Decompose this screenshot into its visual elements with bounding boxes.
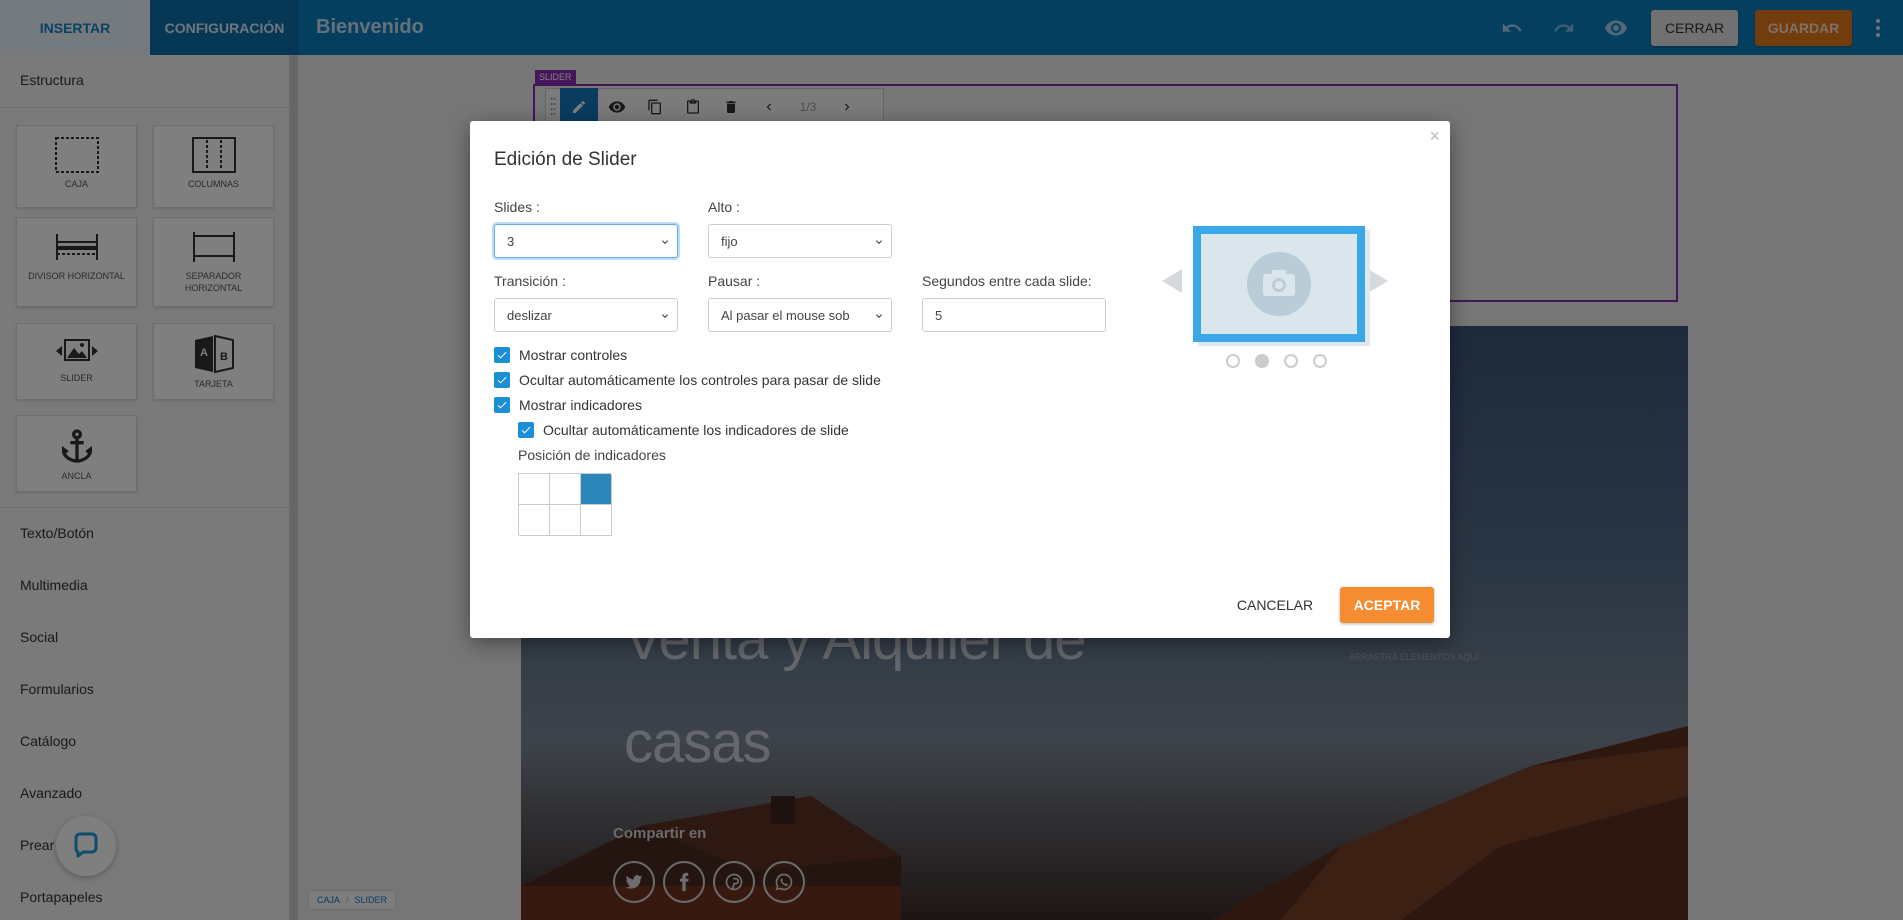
slider-edit-dialog: × Edición de Slider Slides : 3 Alto : fi… [470, 121, 1450, 638]
pausar-label: Pausar : [708, 273, 761, 289]
indicator-position-grid [518, 473, 612, 536]
dialog-title: Edición de Slider [494, 149, 637, 170]
checkbox-label: Ocultar automáticamente los controles pa… [519, 372, 881, 388]
check-icon[interactable] [494, 397, 510, 413]
accept-button[interactable]: ACEPTAR [1340, 587, 1434, 623]
check-icon[interactable] [494, 372, 510, 388]
checkbox-label: Ocultar automáticamente los indicadores … [543, 422, 849, 438]
position-bottom-center[interactable] [550, 505, 581, 536]
segundos-value: 5 [935, 307, 943, 323]
checkbox-label: Mostrar indicadores [519, 397, 642, 413]
chevron-down-icon [662, 240, 668, 244]
alto-select[interactable]: fijo [708, 224, 892, 258]
ocultar-controles-checkbox[interactable]: Ocultar automáticamente los controles pa… [494, 372, 881, 388]
slides-label: Slides : [494, 199, 540, 215]
chevron-down-icon [876, 314, 882, 318]
cancel-button[interactable]: CANCELAR [1230, 587, 1320, 623]
transicion-value: deslizar [507, 307, 552, 323]
position-bottom-right[interactable] [581, 505, 612, 536]
transicion-select[interactable]: deslizar [494, 298, 678, 332]
mostrar-controles-checkbox[interactable]: Mostrar controles [494, 347, 627, 363]
alto-label: Alto : [708, 199, 740, 215]
position-top-center[interactable] [550, 474, 581, 505]
check-icon[interactable] [518, 422, 534, 438]
close-icon[interactable]: × [1429, 126, 1440, 147]
pausar-select[interactable]: Al pasar el mouse sob [708, 298, 892, 332]
slides-select[interactable]: 3 [494, 224, 678, 258]
position-top-left[interactable] [519, 474, 550, 505]
check-icon[interactable] [494, 347, 510, 363]
checkbox-label: Mostrar controles [519, 347, 628, 363]
ocultar-indicadores-checkbox[interactable]: Ocultar automáticamente los indicadores … [518, 422, 849, 438]
position-bottom-left[interactable] [519, 505, 550, 536]
pausar-value: Al pasar el mouse sob [721, 307, 850, 323]
transicion-label: Transición : [494, 273, 566, 289]
segundos-label: Segundos entre cada slide: [922, 273, 1092, 289]
segundos-input[interactable]: 5 [922, 298, 1106, 332]
chevron-down-icon [876, 240, 882, 244]
slides-value: 3 [507, 233, 515, 249]
slider-preview-icon [1162, 226, 1388, 368]
position-top-right[interactable] [581, 474, 612, 505]
alto-value: fijo [721, 233, 738, 249]
mostrar-indicadores-checkbox[interactable]: Mostrar indicadores [494, 397, 642, 413]
posicion-label: Posición de indicadores [518, 447, 666, 463]
chevron-down-icon [662, 314, 668, 318]
